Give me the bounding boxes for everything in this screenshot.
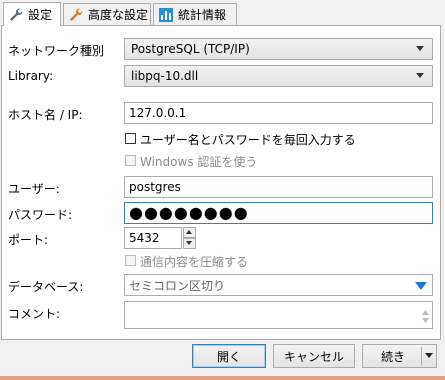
windows-auth-label: Windows 認証を使う (140, 155, 258, 169)
password-input[interactable]: ●●●●●●●● (124, 202, 433, 224)
host-input[interactable]: 127.0.0.1 (124, 102, 433, 124)
arrow-up-icon (186, 230, 192, 234)
host-label: ホスト名 / IP: (8, 108, 83, 122)
cancel-button[interactable]: キャンセル (273, 344, 355, 368)
scroll-down-icon[interactable] (422, 312, 429, 326)
user-label: ユーザー: (8, 182, 60, 196)
chevron-down-icon (416, 73, 424, 78)
continue-button-label: 続き (381, 349, 406, 364)
database-label: データベース: (8, 280, 84, 294)
comment-label: コメント: (8, 307, 61, 321)
database-input[interactable]: セミコロン区切り (124, 274, 433, 296)
wrench-orange-icon (68, 7, 84, 23)
library-label: Library: (8, 69, 54, 83)
prompt-credentials-label: ユーザー名とパスワードを毎回入力する (140, 133, 356, 147)
compress-label: 通信内容を圧縮する (140, 255, 249, 269)
open-button-label: 開く (216, 349, 241, 364)
chevron-down-icon (416, 46, 424, 51)
tab-settings-label: 設定 (28, 8, 53, 22)
tab-advanced-settings-label: 高度な設定 (88, 8, 149, 22)
open-button[interactable]: 開く (192, 344, 266, 368)
library-value: libpq-10.dll (131, 69, 199, 83)
tab-statistics-label: 統計情報 (178, 8, 227, 22)
caret-down-icon (425, 353, 433, 358)
port-value: 5432 (129, 231, 160, 245)
password-value: ●●●●●●●● (129, 203, 249, 222)
host-value: 127.0.0.1 (129, 106, 187, 120)
user-input[interactable]: postgres (124, 176, 433, 198)
user-value: postgres (129, 180, 181, 194)
dropdown-arrow-icon[interactable] (415, 280, 427, 294)
cancel-button-label: キャンセル (283, 349, 344, 364)
continue-dropdown[interactable] (421, 347, 436, 365)
port-increment-button[interactable] (183, 227, 196, 238)
port-label: ポート: (8, 233, 49, 247)
comment-textarea[interactable] (124, 301, 433, 329)
wrench-icon (8, 7, 24, 23)
tab-statistics[interactable]: 統計情報 (153, 3, 237, 25)
prompt-credentials-checkbox[interactable] (125, 133, 136, 144)
continue-button[interactable]: 続き (362, 344, 437, 368)
network-type-label: ネットワーク種別 (8, 44, 105, 58)
network-type-value: PostgreSQL (TCP/IP) (131, 42, 250, 56)
password-label: パスワード: (8, 208, 73, 222)
bar-chart-icon (158, 7, 174, 23)
port-input[interactable]: 5432 (124, 227, 182, 249)
tab-settings[interactable]: 設定 (3, 2, 61, 26)
network-type-select[interactable]: PostgreSQL (TCP/IP) (124, 38, 433, 60)
windows-auth-checkbox[interactable] (125, 155, 136, 166)
port-decrement-button[interactable] (183, 238, 196, 249)
window-bottom-edge (0, 376, 445, 380)
tab-advanced-settings[interactable]: 高度な設定 (63, 3, 151, 25)
library-select[interactable]: libpq-10.dll (124, 65, 433, 87)
arrow-down-icon (186, 241, 192, 245)
compress-checkbox[interactable] (125, 255, 136, 266)
database-placeholder: セミコロン区切り (129, 278, 226, 293)
